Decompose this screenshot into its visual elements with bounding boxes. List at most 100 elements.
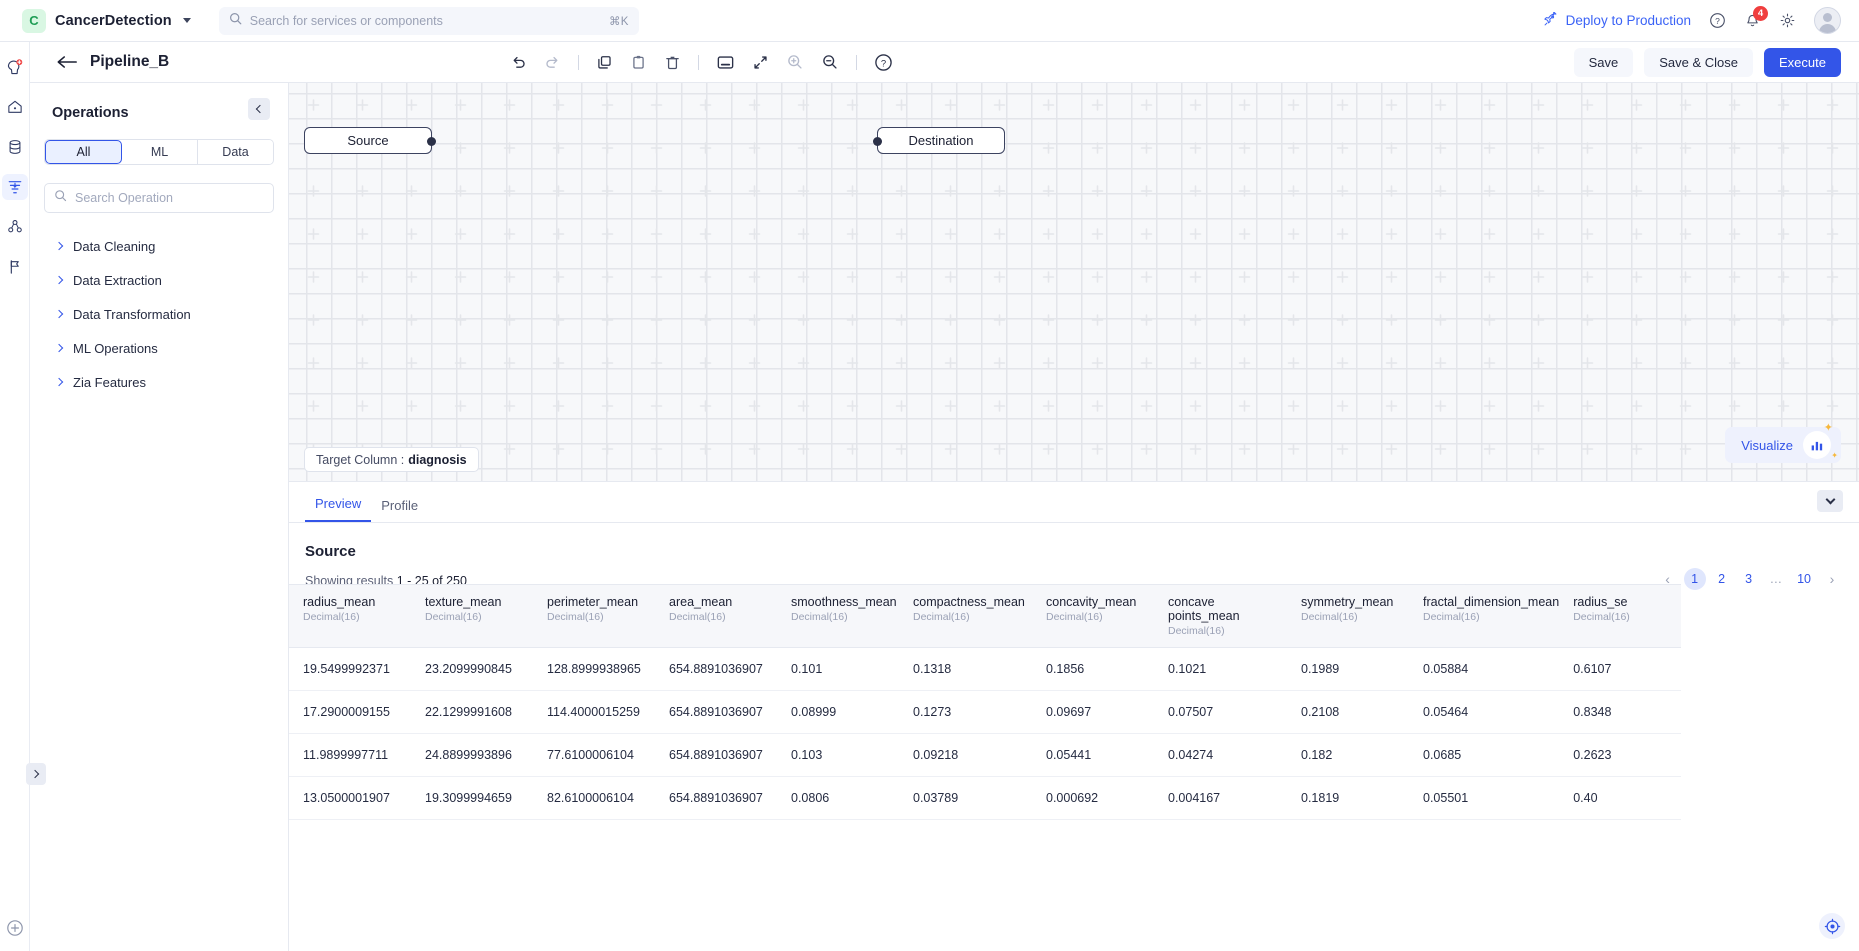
column-header[interactable]: radius_mean Decimal(16) [289, 584, 411, 648]
zoom-out-icon[interactable] [821, 53, 839, 71]
deploy-to-production-button[interactable]: Deploy to Production [1543, 10, 1691, 30]
minimap-icon[interactable] [716, 54, 735, 71]
workspace-switcher[interactable]: C CancerDetection [22, 8, 191, 33]
target-column-chip[interactable]: Target Column : diagnosis [304, 447, 479, 472]
operation-search[interactable] [44, 183, 274, 213]
operation-category-ml-operations[interactable]: ML Operations [44, 331, 274, 365]
column-name: perimeter_mean [547, 595, 639, 609]
operation-category-list: Data Cleaning Data Extraction Data Trans… [44, 229, 274, 399]
tab-profile[interactable]: Profile [371, 498, 428, 522]
table-cell: 17.2900009155 [289, 690, 411, 734]
models-icon[interactable] [2, 214, 28, 240]
help-circle-icon[interactable]: ? [874, 53, 893, 72]
table-cell: 0.07507 [1154, 690, 1287, 734]
save-button[interactable]: Save [1573, 47, 1634, 77]
filter-all[interactable]: All [45, 140, 122, 164]
global-search[interactable]: ⌘K [218, 6, 639, 35]
table-cell: 0.1021 [1154, 647, 1287, 691]
gear-icon[interactable] [1779, 12, 1796, 29]
filter-ml[interactable]: ML [122, 140, 198, 164]
column-header[interactable]: concave points_mean Decimal(16) [1154, 584, 1287, 648]
add-service-icon[interactable] [2, 54, 28, 80]
column-type: Decimal(16) [425, 611, 482, 623]
undo-icon[interactable] [510, 54, 527, 71]
collapse-operations-button[interactable] [248, 98, 270, 120]
search-input[interactable] [249, 13, 601, 28]
node-output-port[interactable] [427, 137, 436, 146]
canvas-grid [289, 83, 1859, 481]
save-and-close-button[interactable]: Save & Close [1644, 47, 1754, 77]
search-shortcut-hint: ⌘K [608, 15, 629, 28]
canvas-node-destination[interactable]: Destination [873, 127, 1005, 154]
chevron-right-icon [54, 275, 64, 285]
table-row[interactable]: 11.9899997711 24.8899993896 77.610000610… [289, 733, 1682, 777]
filter-data[interactable]: Data [198, 140, 273, 164]
preview-table-body: 19.5499992371 23.2099990845 128.89999389… [289, 647, 1682, 820]
zoom-in-icon[interactable] [786, 53, 804, 71]
column-header[interactable]: fractal_dimension_mean Decimal(16) [1409, 584, 1560, 648]
table-cell: 0.08999 [777, 690, 899, 734]
column-header[interactable]: smoothness_mean Decimal(16) [777, 584, 899, 648]
column-header[interactable]: radius_se Decimal(16) [1559, 584, 1682, 648]
operation-category-data-cleaning[interactable]: Data Cleaning [44, 229, 274, 263]
execute-button[interactable]: Execute [1764, 47, 1841, 77]
table-cell: 654.8891036907 [655, 647, 777, 691]
canvas-tools: ? [510, 53, 893, 72]
paste-icon[interactable] [630, 54, 647, 71]
bell-icon[interactable]: 4 [1744, 6, 1768, 29]
fullscreen-icon[interactable] [752, 54, 769, 71]
column-type: Decimal(16) [669, 611, 726, 623]
table-cell: 0.2108 [1287, 690, 1409, 734]
user-avatar[interactable] [1814, 7, 1841, 34]
home-icon[interactable] [2, 94, 28, 120]
operations-filter-group: All ML Data [44, 139, 274, 165]
table-row[interactable]: 17.2900009155 22.1299991608 114.40000152… [289, 690, 1682, 734]
preview-table-container[interactable]: radius_mean Decimal(16) texture_mean Dec… [289, 584, 1859, 951]
table-cell: 0.09218 [899, 733, 1032, 777]
column-header[interactable]: compactness_mean Decimal(16) [899, 584, 1032, 648]
table-cell: 19.5499992371 [289, 647, 411, 691]
column-type: Decimal(16) [1301, 611, 1358, 623]
column-type: Decimal(16) [1423, 611, 1480, 623]
expand-rail-button[interactable] [26, 763, 46, 785]
search-operation-input[interactable] [75, 191, 264, 205]
column-header[interactable]: texture_mean Decimal(16) [411, 584, 533, 648]
help-fab-button[interactable] [1819, 913, 1845, 939]
operation-category-data-extraction[interactable]: Data Extraction [44, 263, 274, 297]
copy-icon[interactable] [596, 54, 613, 71]
table-cell: 0.05884 [1409, 647, 1560, 691]
pipeline-canvas[interactable]: Source Destination Target Column : diagn… [289, 83, 1859, 481]
column-name: concavity_mean [1046, 595, 1137, 609]
column-header[interactable]: concavity_mean Decimal(16) [1032, 584, 1154, 648]
operation-category-data-transformation[interactable]: Data Transformation [44, 297, 274, 331]
visualize-label: Visualize [1741, 437, 1793, 453]
category-label: Zia Features [73, 374, 146, 390]
table-cell: 0.004167 [1154, 776, 1287, 820]
back-button[interactable] [56, 54, 78, 70]
table-row[interactable]: 13.0500001907 19.3099994659 82.610000610… [289, 776, 1682, 820]
table-row[interactable]: 19.5499992371 23.2099990845 128.89999389… [289, 647, 1682, 691]
tab-preview[interactable]: Preview [305, 496, 372, 522]
column-header[interactable]: perimeter_mean Decimal(16) [533, 584, 655, 648]
canvas-node-source[interactable]: Source [304, 127, 436, 154]
table-cell: 11.9899997711 [289, 733, 411, 777]
pipeline-icon[interactable] [1, 174, 28, 200]
collapse-results-button[interactable] [1817, 490, 1843, 512]
flag-icon[interactable] [2, 254, 28, 280]
table-cell: 0.103 [777, 733, 899, 777]
table-cell: 0.2623 [1559, 733, 1682, 777]
operation-category-zia-features[interactable]: Zia Features [44, 365, 274, 399]
help-circle-icon[interactable]: ? [1709, 12, 1726, 29]
column-header[interactable]: area_mean Decimal(16) [655, 584, 777, 648]
database-icon[interactable] [2, 134, 28, 160]
visualize-button[interactable]: Visualize ✦ ✦ [1725, 422, 1841, 463]
column-name: symmetry_mean [1301, 595, 1394, 609]
target-column-label: Target Column : [316, 452, 405, 467]
delete-icon[interactable] [664, 54, 681, 71]
node-input-port[interactable] [873, 137, 882, 146]
table-cell: 0.05441 [1032, 733, 1154, 777]
redo-icon[interactable] [544, 54, 561, 71]
column-header[interactable]: symmetry_mean Decimal(16) [1287, 584, 1409, 648]
add-new-icon[interactable] [2, 915, 28, 941]
table-cell: 0.0806 [777, 776, 899, 820]
